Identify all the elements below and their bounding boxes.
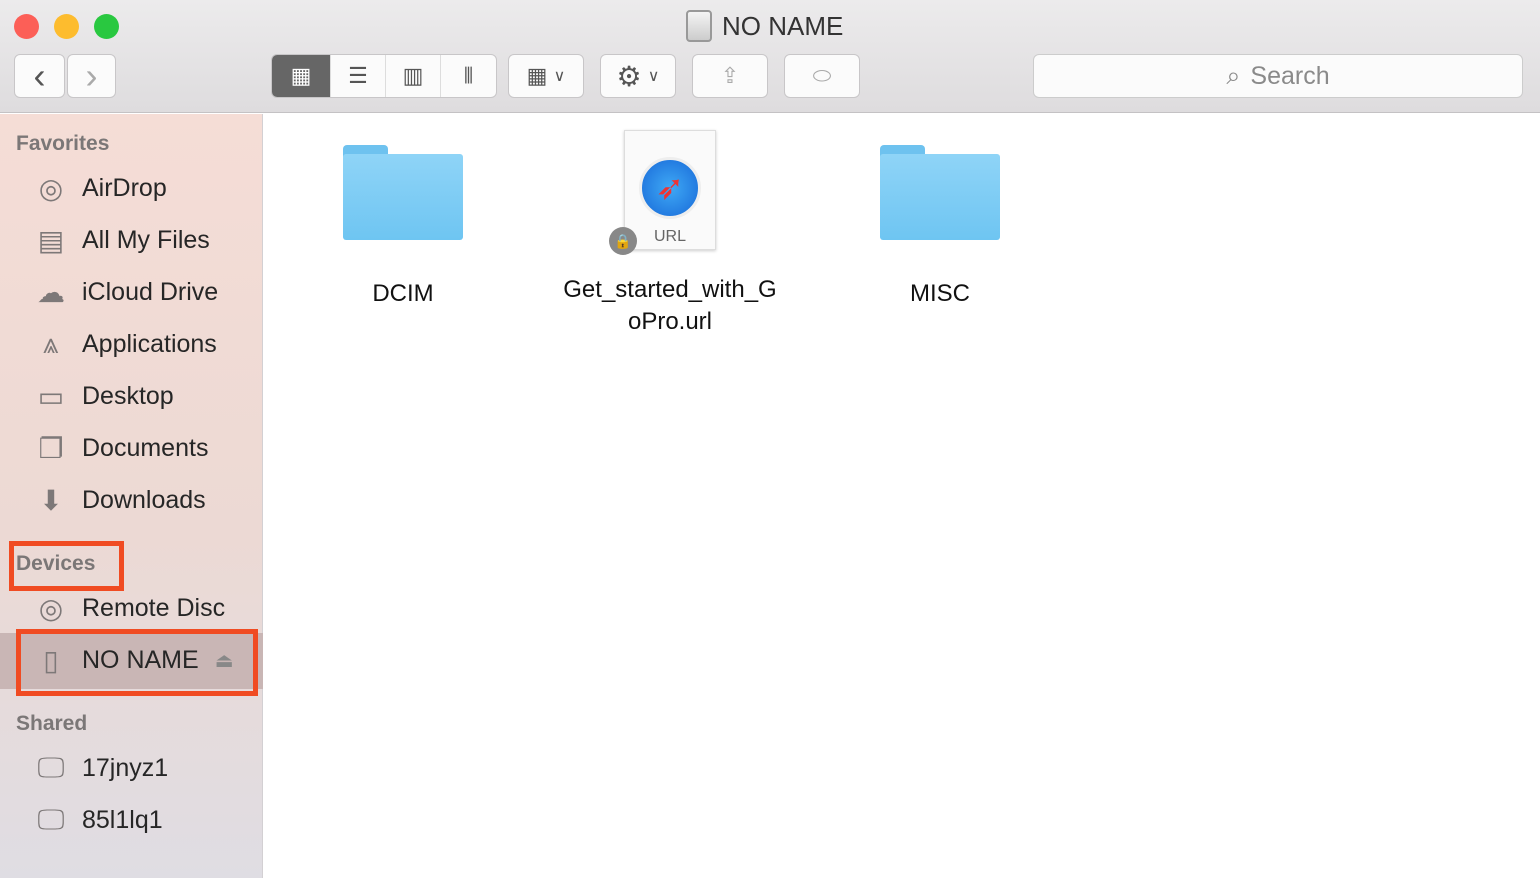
drive-icon <box>686 10 712 42</box>
tag-icon: ⬭ <box>812 63 832 88</box>
view-selector: ▦ ☰ ▥ ⫴ <box>271 54 497 98</box>
arrange-button[interactable]: ▦ ∨ <box>508 54 584 98</box>
file-item[interactable]: ➶ URL 🔒 Get_started_with_G oPro.url <box>550 130 790 338</box>
folder-icon <box>880 145 1000 240</box>
tag-button[interactable]: ⬭ <box>784 54 860 98</box>
back-button[interactable]: ‹ <box>14 54 65 98</box>
downloads-icon: ⬇ <box>39 484 63 516</box>
cover-flow-view-button[interactable]: ⫴ <box>441 55 496 97</box>
title-bar: NO NAME ‹ › ▦ ☰ ▥ ⫴ ▦ ∨ ⚙ ∨ ⇪ ⬭ ⌕ Search <box>0 0 1540 113</box>
computer-icon: 🖵 <box>37 803 65 835</box>
disc-icon: ◎ <box>38 592 64 624</box>
share-button[interactable]: ⇪ <box>692 54 768 98</box>
search-icon: ⌕ <box>1226 61 1241 90</box>
folder-item[interactable]: DCIM <box>283 145 523 310</box>
gear-icon: ⚙ <box>616 60 642 92</box>
safari-compass-icon: ➶ <box>639 157 701 219</box>
sidebar-item-no-name[interactable]: ▯ NO NAME ⏏ <box>32 638 234 682</box>
window-title: NO NAME <box>686 10 843 42</box>
airdrop-icon: ◎ <box>38 172 64 204</box>
close-button[interactable] <box>14 14 39 39</box>
chevron-down-icon: ∨ <box>553 68 566 85</box>
sidebar-item-documents[interactable]: ❐ Documents <box>32 426 208 470</box>
action-button[interactable]: ⚙ ∨ <box>600 54 676 98</box>
sidebar-item-remote-disc[interactable]: ◎ Remote Disc <box>32 586 225 630</box>
sidebar-item-icloud-drive[interactable]: ☁ iCloud Drive <box>32 270 218 314</box>
list-view-button[interactable]: ☰ <box>331 55 386 97</box>
desktop-icon: ▭ <box>37 380 65 412</box>
sidebar-item-airdrop[interactable]: ◎ AirDrop <box>32 166 167 210</box>
column-view-button[interactable]: ▥ <box>386 55 441 97</box>
drive-icon: ▯ <box>43 644 59 676</box>
url-file-icon: ➶ URL 🔒 <box>609 130 716 255</box>
grid-icon: ▦ <box>526 63 548 88</box>
all-files-icon: ▤ <box>37 224 65 256</box>
sidebar-item-desktop[interactable]: ▭ Desktop <box>32 374 174 418</box>
sidebar-item-all-my-files[interactable]: ▤ All My Files <box>32 218 210 262</box>
chevron-down-icon: ∨ <box>647 68 660 85</box>
sidebar-item-85l1lq1[interactable]: 🖵 85l1lq1 <box>32 798 163 842</box>
cloud-icon: ☁ <box>37 276 65 308</box>
computer-icon: 🖵 <box>37 751 65 783</box>
folder-icon <box>343 145 463 240</box>
applications-icon: ⩓ <box>43 327 59 359</box>
sidebar-item-17jnyz1[interactable]: 🖵 17jnyz1 <box>32 746 169 790</box>
lock-icon: 🔒 <box>609 227 637 255</box>
share-icon: ⇪ <box>720 63 740 88</box>
search-field[interactable]: ⌕ Search <box>1033 54 1523 98</box>
eject-icon[interactable]: ⏏ <box>215 648 234 673</box>
favorites-header: Favorites <box>16 132 110 155</box>
forward-button[interactable]: › <box>67 54 116 98</box>
highlight-box-devices <box>9 541 124 591</box>
sidebar-item-applications[interactable]: ⩓ Applications <box>32 322 217 366</box>
sidebar-item-downloads[interactable]: ⬇ Downloads <box>32 478 205 522</box>
minimize-button[interactable] <box>54 14 79 39</box>
sidebar: Favorites Devices Shared ◎ AirDrop ▤ All My… <box>0 114 263 878</box>
folder-item[interactable]: MISC <box>820 145 1060 310</box>
zoom-button[interactable] <box>94 14 119 39</box>
icon-view-button[interactable]: ▦ <box>272 55 331 97</box>
documents-icon: ❐ <box>38 432 64 464</box>
shared-header: Shared <box>16 712 88 735</box>
